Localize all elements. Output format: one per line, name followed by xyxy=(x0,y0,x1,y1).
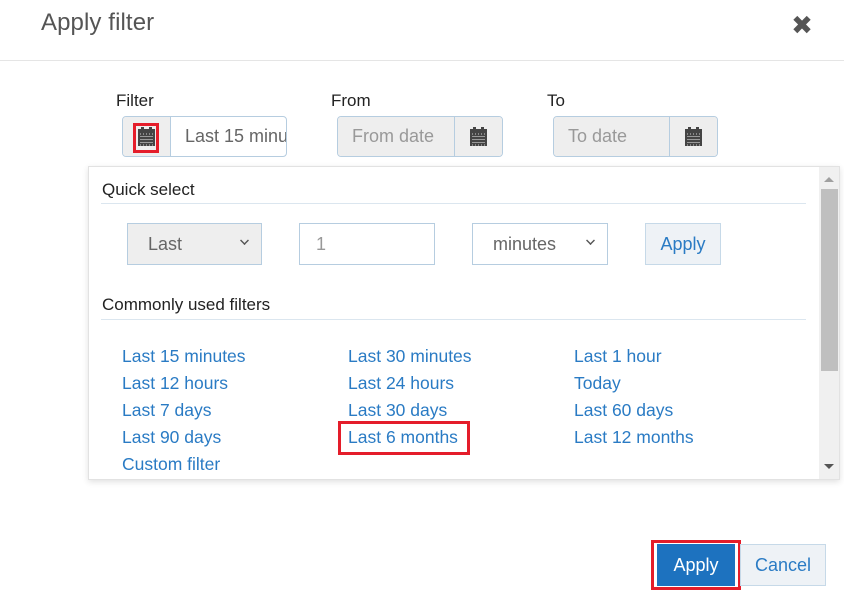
filter-link-last-24-hours[interactable]: Last 24 hours xyxy=(348,373,454,394)
filter-dropdown-panel: Quick select Last 1 minutes Apply Common… xyxy=(88,166,840,480)
panel-scrollbar[interactable] xyxy=(819,167,839,479)
from-date-input[interactable]: From date xyxy=(338,117,454,156)
unit-select[interactable]: minutes xyxy=(472,223,608,265)
highlight-box xyxy=(651,540,741,590)
close-icon[interactable]: ✖ xyxy=(790,12,814,38)
filter-link-last-12-months[interactable]: Last 12 months xyxy=(574,427,694,448)
filter-link-last-15-minutes[interactable]: Last 15 minutes xyxy=(122,346,246,367)
filter-link-last-7-days[interactable]: Last 7 days xyxy=(122,400,212,421)
chevron-down-icon xyxy=(586,236,595,245)
to-date-input[interactable]: To date xyxy=(554,117,669,156)
chevron-down-icon xyxy=(240,236,249,245)
to-label: To xyxy=(547,91,565,110)
calendar-icon xyxy=(685,127,702,146)
from-date-field[interactable]: From date xyxy=(337,116,503,157)
quick-apply-button[interactable]: Apply xyxy=(645,223,721,265)
filter-link-custom-filter[interactable]: Custom filter xyxy=(122,454,220,475)
calendar-icon xyxy=(470,127,487,146)
amount-input[interactable]: 1 xyxy=(299,223,435,265)
filter-label: Filter xyxy=(116,91,154,110)
from-label: From xyxy=(331,91,371,110)
filter-input[interactable]: Last 15 minutes xyxy=(171,117,286,156)
to-calendar-button[interactable] xyxy=(669,117,717,156)
from-calendar-button[interactable] xyxy=(454,117,502,156)
divider xyxy=(101,203,806,204)
dialog-header: Apply filter ✖ xyxy=(0,0,844,61)
direction-select-value: Last xyxy=(148,233,183,254)
scrollbar-thumb[interactable] xyxy=(821,189,838,371)
unit-select-value: minutes xyxy=(493,233,557,254)
direction-select[interactable]: Last xyxy=(127,223,262,265)
filter-link-last-30-days[interactable]: Last 30 days xyxy=(348,400,447,421)
highlight-box xyxy=(338,421,470,455)
common-filters-heading: Commonly used filters xyxy=(102,295,271,314)
filter-link-last-90-days[interactable]: Last 90 days xyxy=(122,427,221,448)
to-date-field[interactable]: To date xyxy=(553,116,718,157)
filter-link-last-12-hours[interactable]: Last 12 hours xyxy=(122,373,228,394)
filter-link-last-30-minutes[interactable]: Last 30 minutes xyxy=(348,346,472,367)
dialog-title: Apply filter xyxy=(41,9,155,36)
cancel-button[interactable]: Cancel xyxy=(740,544,826,586)
scroll-up-arrow-icon[interactable] xyxy=(824,177,834,182)
highlight-box xyxy=(133,123,159,153)
amount-input-value: 1 xyxy=(316,233,327,254)
filter-link-last-1-hour[interactable]: Last 1 hour xyxy=(574,346,662,367)
filter-link-last-60-days[interactable]: Last 60 days xyxy=(574,400,673,421)
divider xyxy=(101,319,806,320)
scroll-down-arrow-icon[interactable] xyxy=(824,464,834,469)
quick-select-heading: Quick select xyxy=(102,180,195,199)
filter-link-today[interactable]: Today xyxy=(574,373,621,394)
